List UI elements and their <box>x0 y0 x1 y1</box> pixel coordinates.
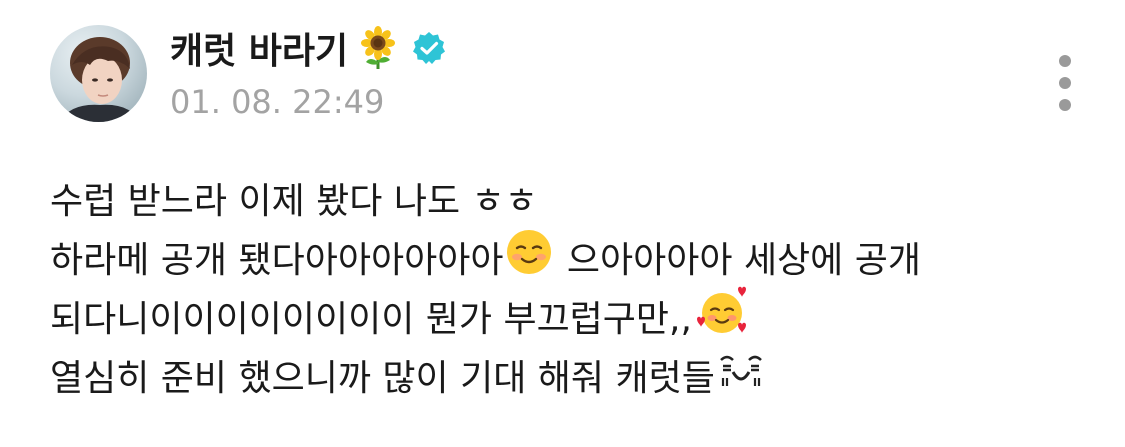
sunflower-icon <box>356 26 400 70</box>
smiling-face-icon <box>505 228 553 294</box>
username[interactable]: 캐럿 바라기 <box>170 22 348 74</box>
kaomoji-icon <box>717 349 765 408</box>
more-options-button[interactable] <box>1048 50 1082 116</box>
post-body: 수럽 받느라 이제 봤다 나도 ㅎㅎ 하라메 공개 됐다아아아아아아 으아아아아… <box>50 172 1090 408</box>
avatar[interactable] <box>50 25 147 122</box>
post-line-text: 열심히 준비 했으니까 많이 기대 해줘 캐럿들 <box>50 358 715 399</box>
post-line-text: 되다니이이이이이이이이 뭔가 부끄럽구만,, <box>50 299 692 340</box>
author-row: 캐럿 바라기 <box>170 22 446 74</box>
post-timestamp: 01. 08. 22:49 <box>170 83 385 121</box>
post-line-text: 으아아아아 세상에 공개 <box>555 240 921 281</box>
post-card: 캐럿 바라기 01. 08. 22:49 수럽 받느라 이제 봤다 나도 ㅎㅎ … <box>0 0 1125 447</box>
post-line-1: 수럽 받느라 이제 봤다 나도 ㅎㅎ <box>50 172 1090 231</box>
post-line-text: 하라메 공개 됐다아아아아아아 <box>50 240 504 281</box>
post-line-text: 수럽 받느라 이제 봤다 나도 ㅎㅎ <box>50 181 538 222</box>
post-line-4: 열심히 준비 했으니까 많이 기대 해줘 캐럿들 <box>50 349 1090 408</box>
post-line-3: 되다니이이이이이이이이 뭔가 부끄럽구만,, <box>50 286 1090 349</box>
post-line-2: 하라메 공개 됐다아아아아아아 으아아아아 세상에 공개 <box>50 229 1090 290</box>
more-vertical-icon <box>1059 55 1071 67</box>
avatar-image <box>60 37 140 122</box>
verified-badge-icon <box>412 31 446 65</box>
smiling-face-with-hearts-icon <box>694 285 750 355</box>
